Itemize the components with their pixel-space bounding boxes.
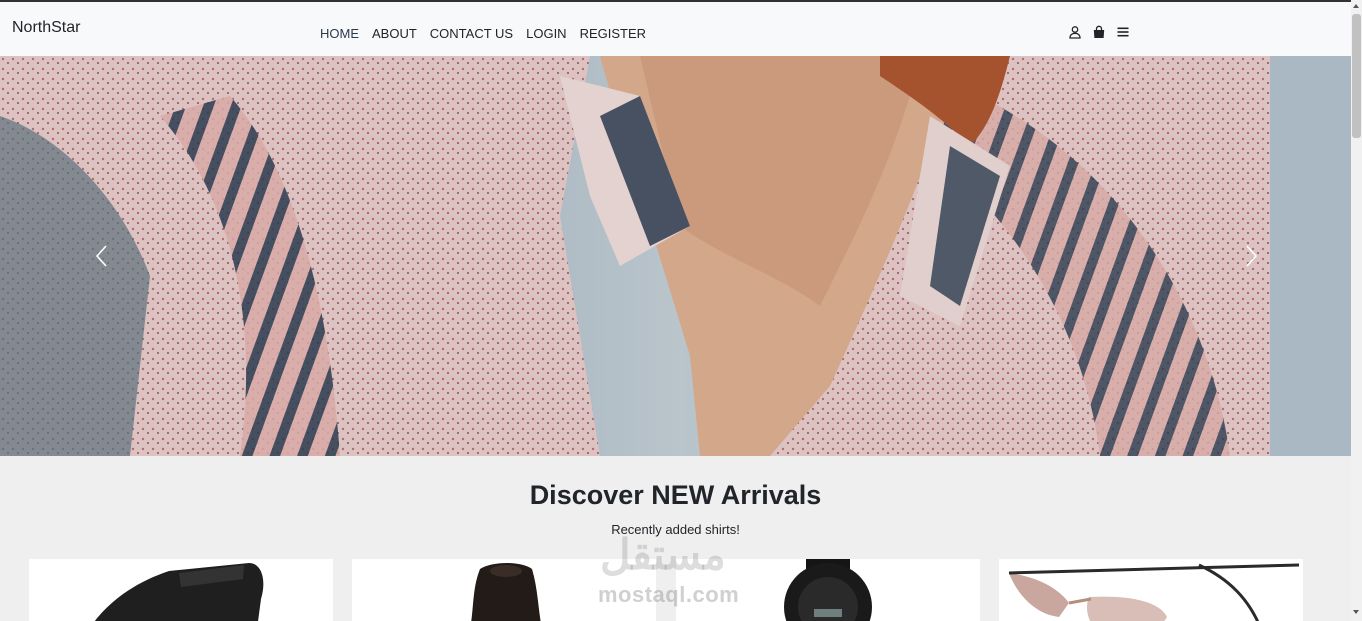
main-nav: HOME ABOUT CONTACT US LOGIN REGISTER (320, 26, 659, 41)
nav-link-home[interactable]: HOME (320, 26, 359, 41)
product-image-sunglasses (1008, 563, 1300, 621)
scroll-down-arrow-icon[interactable] (1353, 610, 1359, 614)
scrollbar-thumb[interactable] (1352, 14, 1361, 138)
scroll-up-arrow-icon[interactable] (1353, 4, 1359, 8)
product-card-belt[interactable] (29, 559, 333, 621)
shopping-bag-icon[interactable] (1092, 25, 1106, 39)
product-image-belt (94, 563, 264, 621)
carousel-next-button[interactable] (1235, 241, 1265, 271)
product-card-sunglasses[interactable] (999, 559, 1303, 621)
nav-link-about[interactable]: ABOUT (372, 26, 417, 41)
product-image-scarf (471, 563, 541, 621)
new-arrivals-subtitle: Recently added shirts! (611, 522, 740, 537)
nav-icons (1068, 25, 1140, 39)
hamburger-menu-icon[interactable] (1116, 25, 1130, 39)
carousel-prev-button[interactable] (88, 241, 118, 271)
page-scrollbar[interactable] (1351, 0, 1362, 621)
hero-image (0, 56, 1351, 456)
user-icon[interactable] (1068, 25, 1082, 39)
nav-link-contact-us[interactable]: CONTACT US (430, 26, 513, 41)
brand-logo[interactable]: NorthStar (12, 19, 80, 37)
hero-carousel (0, 56, 1351, 456)
nav-link-login[interactable]: LOGIN (526, 26, 566, 41)
nav-link-register[interactable]: REGISTER (580, 26, 646, 41)
product-image-watch (784, 559, 872, 621)
navbar: NorthStar HOME ABOUT CONTACT US LOGIN RE… (0, 2, 1351, 56)
product-card-watch[interactable] (676, 559, 980, 621)
product-card-scarf[interactable] (352, 559, 656, 621)
new-arrivals-title: Discover NEW Arrivals (529, 480, 822, 510)
